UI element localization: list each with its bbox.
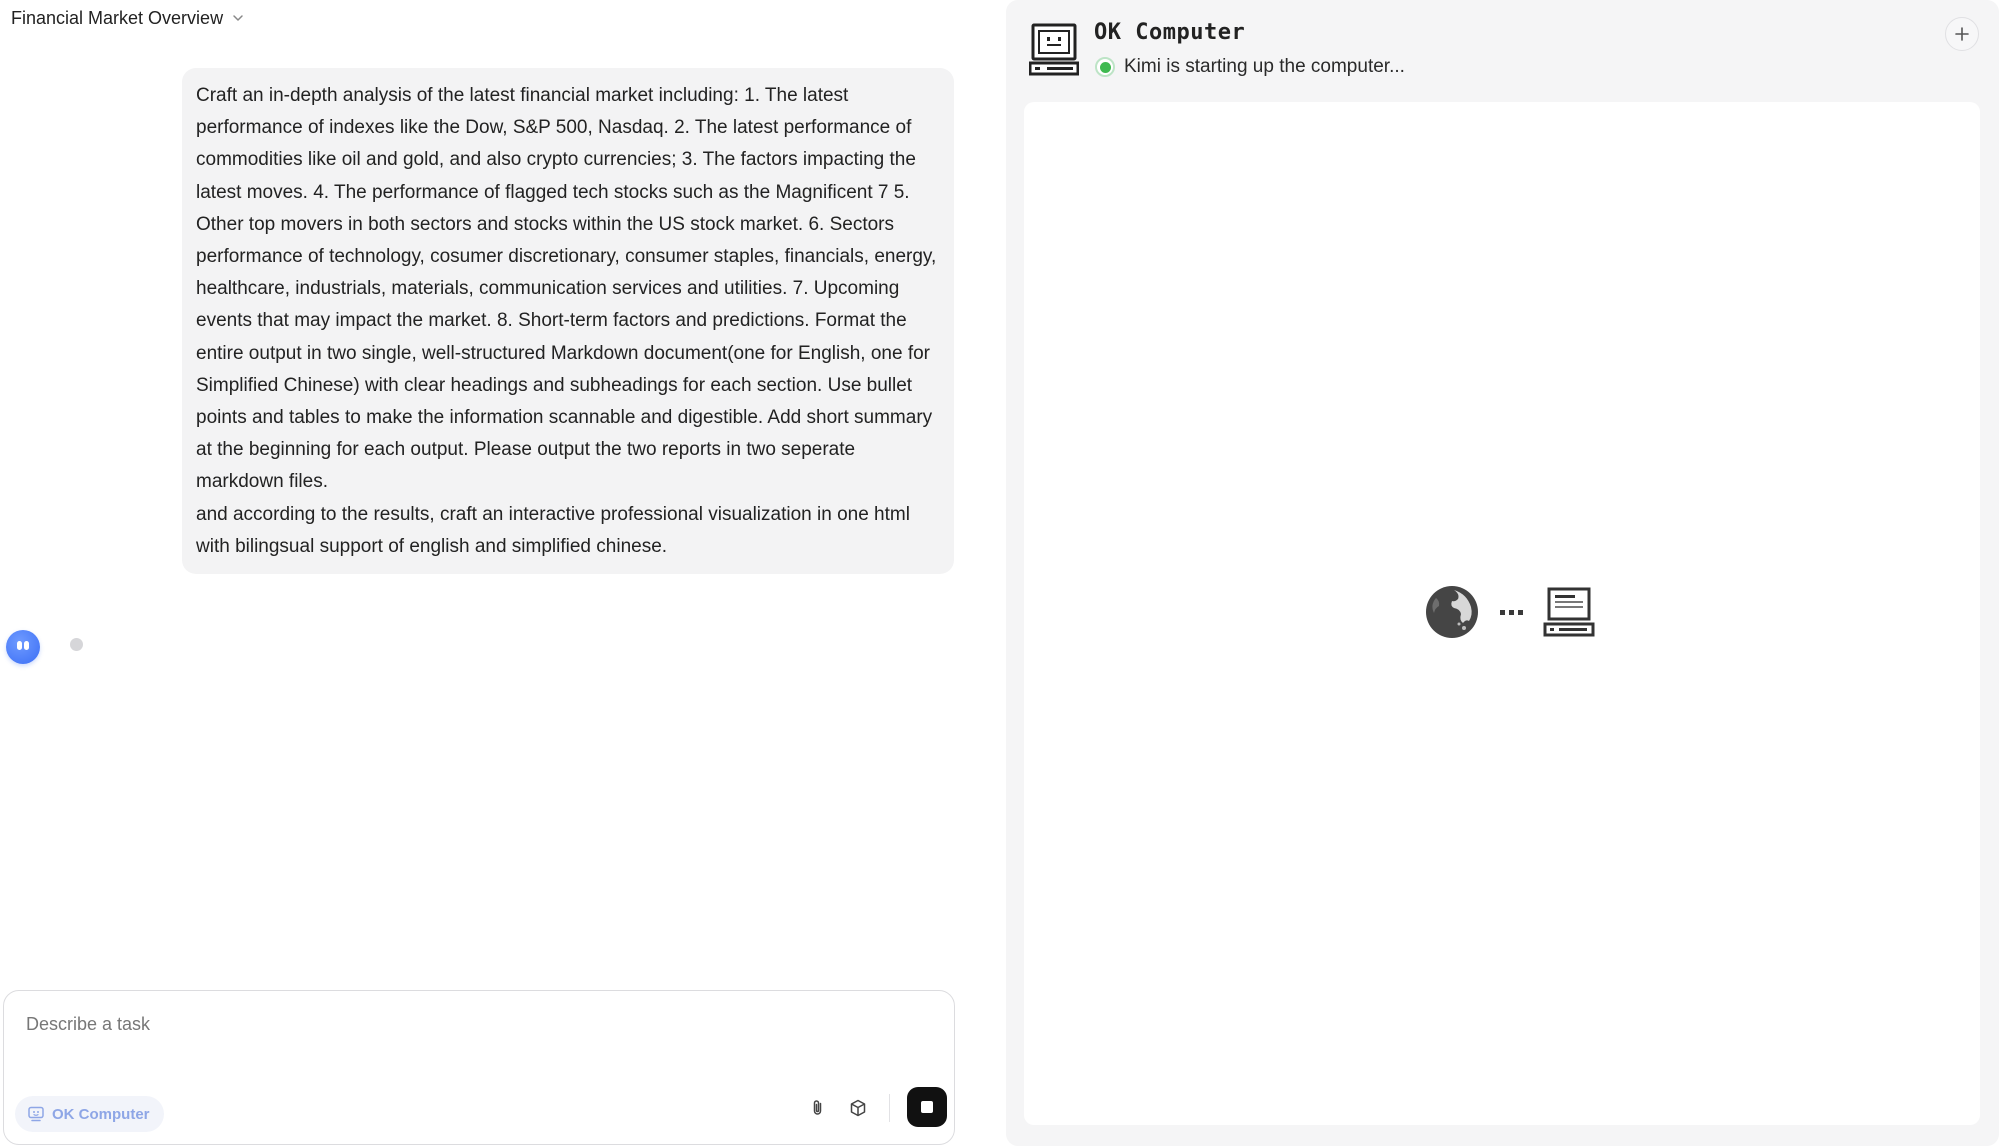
status-text: Kimi is starting up the computer...	[1124, 56, 1405, 77]
user-message-bubble: Craft an in-depth analysis of the latest…	[182, 68, 954, 574]
computer-panel: OK Computer Kimi is starting up the comp…	[1006, 0, 1999, 1146]
ellipsis-icon	[1500, 609, 1523, 615]
stop-button[interactable]	[907, 1087, 947, 1127]
cube-button[interactable]	[844, 1094, 872, 1122]
assistant-message-row	[6, 630, 83, 664]
computer-icon	[28, 1106, 44, 1122]
pc-icon	[1543, 587, 1595, 637]
conversation-title-dropdown[interactable]: Financial Market Overview	[11, 5, 245, 31]
cube-icon	[850, 1099, 866, 1117]
retro-computer-icon	[1029, 23, 1079, 76]
status-indicator-icon	[1095, 57, 1115, 77]
chevron-down-icon	[233, 15, 243, 21]
mode-chip-label: OK Computer	[52, 1105, 150, 1123]
boot-animation	[1424, 584, 1595, 640]
chat-pane: Financial Market Overview Craft an in-de…	[0, 0, 990, 1146]
computer-screen	[1024, 102, 1980, 1125]
user-message-paragraph: Craft an in-depth analysis of the latest…	[196, 85, 937, 493]
user-message-paragraph: and according to the results, craft an i…	[196, 503, 910, 557]
stop-icon	[921, 1101, 933, 1113]
composer-divider	[889, 1094, 890, 1122]
conversation-title: Financial Market Overview	[11, 7, 224, 28]
paperclip-icon	[813, 1100, 822, 1115]
typing-indicator	[70, 637, 83, 651]
new-session-button[interactable]	[1945, 17, 1979, 51]
ok-computer-mode-chip[interactable]: OK Computer	[15, 1096, 164, 1132]
panel-title: OK Computer	[1094, 20, 1246, 45]
task-input[interactable]	[26, 1009, 906, 1039]
kimi-avatar-icon	[6, 630, 40, 664]
status-row: Kimi is starting up the computer...	[1095, 56, 1405, 78]
task-composer: OK Computer	[3, 990, 955, 1145]
plus-icon	[1955, 27, 1969, 41]
globe-icon	[1426, 586, 1478, 638]
attach-button[interactable]	[804, 1094, 832, 1122]
